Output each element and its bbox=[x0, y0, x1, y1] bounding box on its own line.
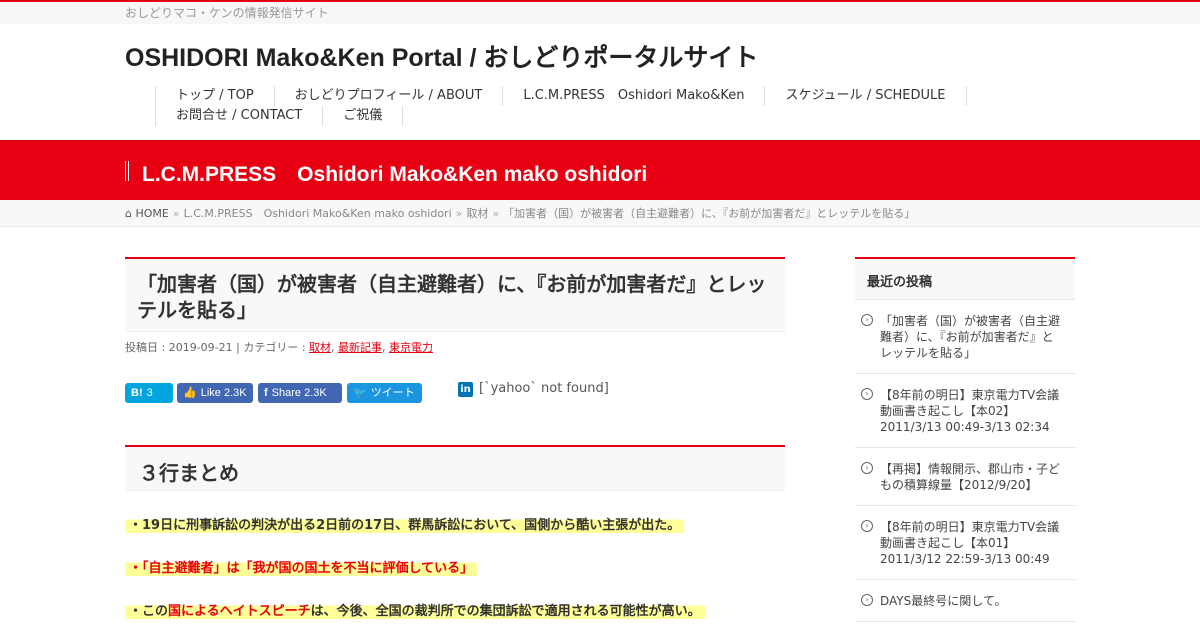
summary-line-2: ・「自主避難者」は「我が国の国土を不当に評価している」 bbox=[125, 560, 785, 578]
chevron-right-icon: › bbox=[861, 462, 873, 474]
chevron-right-icon: › bbox=[861, 520, 873, 532]
content-wrap: 「加害者（国）が被害者（自主避難者）に、『お前が加害者だ』とレッテルを貼る」 投… bbox=[125, 227, 1075, 629]
chevron-right-icon: › bbox=[861, 314, 873, 326]
chevron-right-icon: › bbox=[861, 594, 873, 606]
recent-post-item[interactable]: › 【再掲】情報開示、郡山市・子どもの積算線量【2012/9/20】 bbox=[855, 448, 1075, 506]
recent-posts-list: › 「加害者（国）が被害者（自主避難者）に、『お前が加害者だ』とレッテルを貼る」 … bbox=[855, 300, 1075, 622]
share-buttons: B! 3 👍 Like 2.3K f Share 2.3K 🐦 ツイート in [`yah… bbox=[125, 381, 785, 403]
breadcrumb: ⌂ HOME» L.C.M.PRESS Oshidori Mako&Ken mak… bbox=[0, 200, 1200, 227]
category-banner: L.C.M.PRESS Oshidori Mako&Ken mako oshid… bbox=[0, 140, 1200, 200]
banner-mark bbox=[125, 161, 129, 181]
home-icon: ⌂ bbox=[125, 207, 132, 220]
breadcrumb-category[interactable]: L.C.M.PRESS Oshidori Mako&Ken mako oshid… bbox=[184, 207, 452, 220]
hatena-bookmark-button[interactable]: B! 3 bbox=[125, 383, 173, 403]
main-content: 「加害者（国）が被害者（自主避難者）に、『お前が加害者だ』とレッテルを貼る」 投… bbox=[125, 257, 785, 630]
category-link-shuzai[interactable]: 取材 bbox=[309, 341, 331, 354]
nav-item-schedule[interactable]: スケジュール / SCHEDULE bbox=[764, 86, 967, 106]
post-date: 投稿日 : 2019-09-21 bbox=[125, 341, 233, 354]
site-header: OSHIDORI Mako&Ken Portal / おしどりポータルサイト ト… bbox=[125, 24, 1075, 140]
twitter-icon: 🐦 bbox=[353, 387, 367, 399]
global-nav: トップ / TOP おしどりプロフィール / ABOUT L.C.M.PRESS… bbox=[155, 86, 1035, 126]
nav-item-about[interactable]: おしどりプロフィール / ABOUT bbox=[273, 86, 503, 106]
hatena-icon: B! bbox=[131, 387, 143, 399]
sidebar: 最近の投稿 › 「加害者（国）が被害者（自主避難者）に、『お前が加害者だ』とレッテ… bbox=[855, 257, 1075, 622]
recent-post-item[interactable]: › 「加害者（国）が被害者（自主避難者）に、『お前が加害者だ』とレッテルを貼る」 bbox=[855, 300, 1075, 374]
recent-post-item[interactable]: › DAYS最終号に関して。 bbox=[855, 580, 1075, 622]
category-link-latest[interactable]: 最新記事 bbox=[338, 341, 382, 354]
summary-line-1: ・19日に刑事訴訟の判決が出る2日前の17日、群馬訴訟において、国側から酷い主張… bbox=[125, 517, 785, 535]
category-label: カテゴリー : bbox=[243, 341, 306, 354]
post-meta: 投稿日 : 2019-09-21 | カテゴリー : 取材, 最新記事, 東京電… bbox=[125, 341, 434, 354]
breadcrumb-home[interactable]: ⌂ HOME bbox=[125, 207, 169, 220]
nav-item-contact[interactable]: お問合せ / CONTACT bbox=[155, 106, 322, 126]
summary-line-3: ・この国によるヘイトスピーチは、今後、全国の裁判所での集団訴訟で適用される可能性… bbox=[125, 603, 785, 621]
thumbs-up-icon: 👍 bbox=[183, 387, 197, 399]
category-link-tepco[interactable]: 東京電力 bbox=[389, 341, 433, 354]
nav-item-goshugi[interactable]: ご祝儀 bbox=[322, 106, 404, 126]
breadcrumb-current: 「加害者（国）が被害者（自主避難者）に、『お前が加害者だ』とレッテルを貼る」 bbox=[503, 207, 916, 220]
recent-post-item[interactable]: › 【8年前の明日】東京電力TV会議動画書き起こし【本02】2011/3/13 0… bbox=[855, 374, 1075, 448]
site-title-link[interactable]: OSHIDORI Mako&Ken Portal / おしどりポータルサイト bbox=[125, 38, 758, 74]
tagline: おしどりマコ・ケンの情報発信サイト bbox=[125, 6, 329, 20]
category-title: L.C.M.PRESS Oshidori Mako&Ken mako oshid… bbox=[142, 163, 648, 186]
chevron-right-icon: › bbox=[861, 388, 873, 400]
facebook-like-button[interactable]: 👍 Like 2.3K bbox=[177, 383, 253, 403]
recent-post-item[interactable]: › 【8年前の明日】東京電力TV会議動画書き起こし【本01】2011/3/12 2… bbox=[855, 506, 1075, 580]
tweet-button[interactable]: 🐦 ツイート bbox=[347, 383, 422, 403]
linkedin-icon: in bbox=[458, 382, 473, 397]
section-heading: ３行まとめ bbox=[125, 445, 785, 491]
facebook-share-button[interactable]: f Share 2.3K bbox=[258, 383, 342, 403]
nav-item-lcm-press[interactable]: L.C.M.PRESS Oshidori Mako&Ken bbox=[502, 86, 764, 106]
tagline-bar: おしどりマコ・ケンの情報発信サイト bbox=[0, 2, 1200, 24]
summary: ・19日に刑事訴訟の判決が出る2日前の17日、群馬訴訟において、国側から酷い主張… bbox=[125, 517, 785, 621]
linkedin-share[interactable]: in [`yahoo` not found] bbox=[458, 381, 609, 397]
nav-item-top[interactable]: トップ / TOP bbox=[155, 86, 274, 106]
sidebar-heading: 最近の投稿 bbox=[855, 257, 1075, 300]
post-title: 「加害者（国）が被害者（自主避難者）に、『お前が加害者だ』とレッテルを貼る」 bbox=[125, 257, 785, 332]
facebook-icon: f bbox=[264, 387, 268, 399]
breadcrumb-subcategory[interactable]: 取材 bbox=[466, 207, 488, 220]
